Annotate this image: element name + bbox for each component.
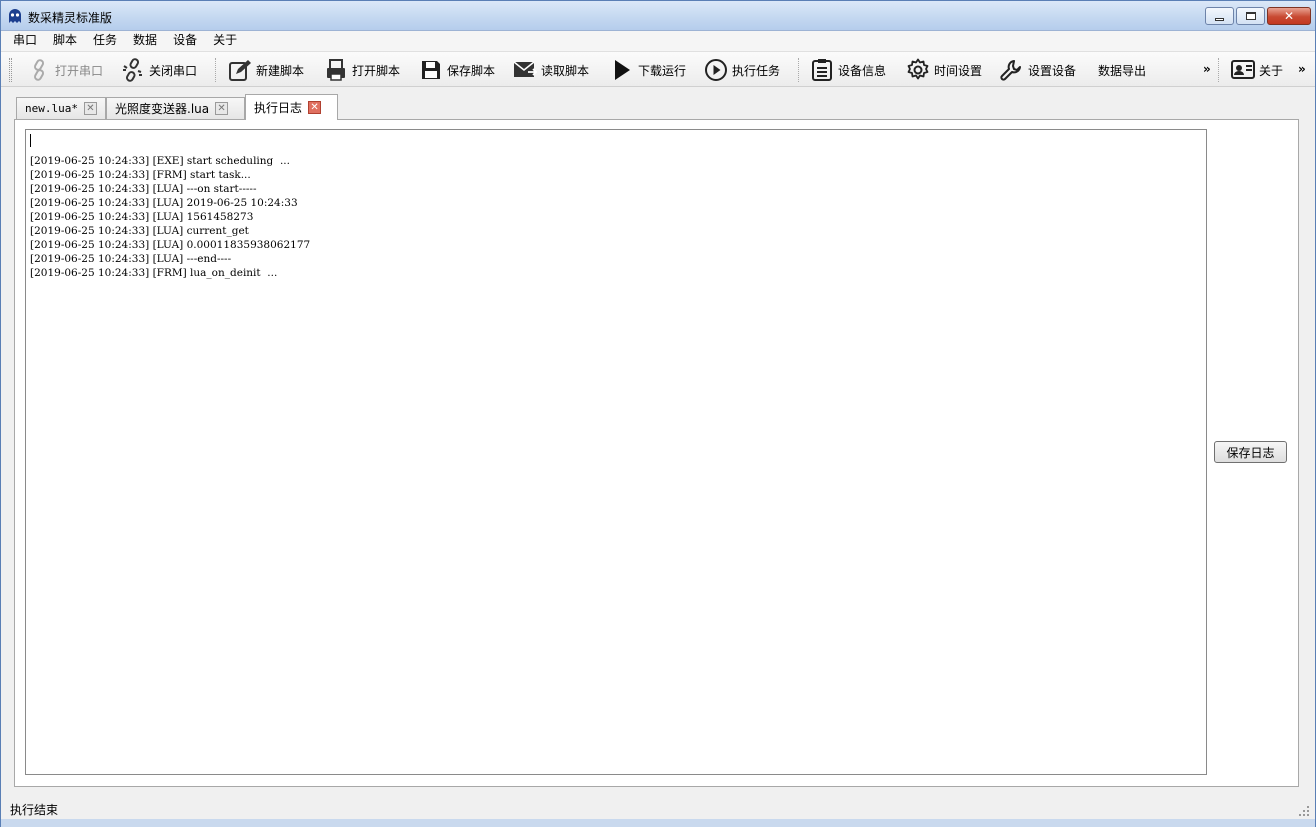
menu-bar: 串口 脚本 任务 数据 设备 关于 xyxy=(1,31,1315,51)
close-button[interactable]: ✕ xyxy=(1267,7,1311,25)
data-export-button[interactable]: 数据导出 xyxy=(1098,56,1146,84)
tab-label: new.lua* xyxy=(25,102,78,115)
log-line: [2019-06-25 10:24:33] [FRM] start task..… xyxy=(30,169,251,181)
toolbar: 打开串口 关闭串口 新建脚本 打开脚本 保存脚本 读取脚本 下载运行 执行任务 … xyxy=(1,51,1315,87)
save-script-label: 保存脚本 xyxy=(447,63,496,78)
log-line: [2019-06-25 10:24:33] [LUA] 2019-06-25 1… xyxy=(30,197,298,209)
toolbar-grip[interactable] xyxy=(9,58,12,82)
play-circle-icon xyxy=(705,59,727,81)
about-button[interactable]: 关于 xyxy=(1231,56,1283,84)
tab-close-icon[interactable]: ✕ xyxy=(215,102,229,115)
window-controls: ✕ xyxy=(1203,7,1311,25)
title-bar[interactable]: 数采精灵标准版 ✕ xyxy=(1,1,1315,31)
edit-pen-icon xyxy=(229,60,251,81)
menu-serial[interactable]: 串口 xyxy=(5,31,45,51)
log-panel: [2019-06-25 10:24:33] [EXE] start schedu… xyxy=(14,119,1299,787)
tab-close-icon[interactable]: ✕ xyxy=(308,101,322,114)
broken-link-icon xyxy=(123,58,142,82)
menu-data[interactable]: 数据 xyxy=(125,31,165,51)
device-info-button[interactable]: 设备信息 xyxy=(810,56,886,84)
set-device-button[interactable]: 设置设备 xyxy=(1000,56,1076,84)
tab-close-icon[interactable]: ✕ xyxy=(83,102,97,115)
toolbar-separator xyxy=(798,58,799,82)
floppy-disk-icon xyxy=(422,61,440,79)
menu-device[interactable]: 设备 xyxy=(165,31,205,51)
new-script-label: 新建脚本 xyxy=(256,63,305,78)
time-settings-button[interactable]: 时间设置 xyxy=(906,56,982,84)
toolbar-separator xyxy=(215,58,216,82)
open-port-label: 打开串口 xyxy=(55,63,104,78)
log-line: [2019-06-25 10:24:33] [LUA] 1561458273 xyxy=(30,211,254,223)
tab-label: 光照度变送器.lua xyxy=(115,102,210,116)
log-line: [2019-06-25 10:24:33] [LUA] ---end---- xyxy=(30,253,232,265)
tab-new-lua[interactable]: new.lua* ✕ xyxy=(16,97,106,119)
text-caret xyxy=(30,134,31,147)
run-task-button[interactable]: 执行任务 xyxy=(704,56,780,84)
menu-task[interactable]: 任务 xyxy=(85,31,125,51)
close-port-button[interactable]: 关闭串口 xyxy=(121,56,197,84)
wrench-icon xyxy=(1000,60,1021,81)
device-info-label: 设备信息 xyxy=(838,63,887,78)
minimize-button[interactable] xyxy=(1205,7,1234,25)
window-bottom-border xyxy=(1,819,1315,827)
ghost-app-icon xyxy=(9,9,21,23)
log-line: [2019-06-25 10:24:33] [LUA] current_get xyxy=(30,225,249,237)
gear-icon xyxy=(907,58,929,80)
status-bar: 执行结束 xyxy=(1,795,1315,819)
app-window: 数采精灵标准版 ✕ 串口 脚本 任务 数据 设备 关于 打开串口 关闭串口 新建… xyxy=(0,0,1316,827)
resize-grip-icon[interactable] xyxy=(1299,806,1309,816)
log-line: [2019-06-25 10:24:33] [EXE] start schedu… xyxy=(30,155,290,167)
tab-label: 执行日志 xyxy=(254,101,303,115)
open-port-button[interactable]: 打开串口 xyxy=(27,56,103,84)
mail-icon xyxy=(513,61,537,77)
set-device-label: 设置设备 xyxy=(1028,63,1077,78)
id-card-icon xyxy=(1231,60,1255,79)
log-line: [2019-06-25 10:24:33] [FRM] lua_on_deini… xyxy=(30,267,278,279)
about-label: 关于 xyxy=(1259,63,1284,78)
menu-script[interactable]: 脚本 xyxy=(45,31,85,51)
close-icon: ✕ xyxy=(1283,9,1295,23)
play-icon xyxy=(615,60,630,80)
menu-about[interactable]: 关于 xyxy=(205,31,245,51)
clipboard-list-icon xyxy=(812,59,832,81)
new-script-button[interactable]: 新建脚本 xyxy=(228,56,304,84)
read-script-label: 读取脚本 xyxy=(541,63,590,78)
download-run-label: 下载运行 xyxy=(638,63,687,78)
time-settings-label: 时间设置 xyxy=(934,63,983,78)
printer-icon xyxy=(327,59,345,81)
save-script-button[interactable]: 保存脚本 xyxy=(419,56,495,84)
data-export-label: 数据导出 xyxy=(1098,63,1147,78)
toolbar-separator xyxy=(1218,58,1219,82)
toolbar-overflow-button[interactable]: » xyxy=(1203,62,1211,76)
log-textarea[interactable]: [2019-06-25 10:24:33] [EXE] start schedu… xyxy=(25,129,1207,775)
open-script-button[interactable]: 打开脚本 xyxy=(324,56,400,84)
maximize-button[interactable] xyxy=(1236,7,1265,25)
maximize-icon xyxy=(1245,12,1256,20)
run-task-label: 执行任务 xyxy=(732,63,781,78)
download-run-button[interactable]: 下载运行 xyxy=(610,56,686,84)
tab-light-sensor-lua[interactable]: 光照度变送器.lua ✕ xyxy=(106,97,245,119)
log-line: [2019-06-25 10:24:33] [LUA] ---on start-… xyxy=(30,183,257,195)
close-port-label: 关闭串口 xyxy=(149,63,198,78)
open-script-label: 打开脚本 xyxy=(352,63,401,78)
window-title: 数采精灵标准版 xyxy=(28,11,113,25)
tab-execution-log[interactable]: 执行日志 ✕ xyxy=(245,94,338,120)
read-script-button[interactable]: 读取脚本 xyxy=(513,56,589,84)
tab-strip: new.lua* ✕ 光照度变送器.lua ✕ 执行日志 ✕ xyxy=(1,87,1315,120)
link-icon xyxy=(34,59,44,81)
minimize-icon xyxy=(1215,17,1224,21)
save-log-button[interactable]: 保存日志 xyxy=(1214,441,1287,463)
status-text: 执行结束 xyxy=(10,803,59,817)
toolbar-overflow-button-2[interactable]: » xyxy=(1298,62,1306,76)
log-line: [2019-06-25 10:24:33] [LUA] 0.0001183593… xyxy=(30,239,311,251)
